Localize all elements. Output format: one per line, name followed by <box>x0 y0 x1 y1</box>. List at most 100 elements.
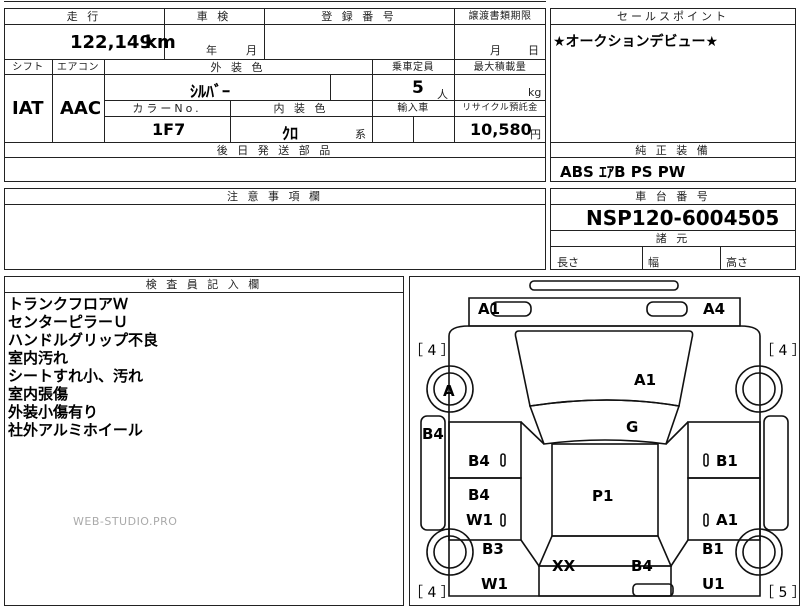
sales-point-box <box>550 8 796 143</box>
damage-front-bumper-right: A4 <box>703 300 726 318</box>
sales-point-text: ★オークションデビュー★ <box>553 34 719 50</box>
damage-left-rear-fender: B3 <box>482 540 504 558</box>
header-inspection: 車 検 <box>196 10 232 23</box>
notes-line <box>4 204 546 205</box>
header-color-no: カラーNo. <box>132 102 202 115</box>
header-max-load: 最大積載量 <box>473 62 527 73</box>
interior-suffix: 系 <box>355 128 366 141</box>
damage-rear-left: W1 <box>481 575 508 593</box>
header-shift: シフト <box>12 62 44 73</box>
header-chassis-no: 車 台 番 号 <box>635 190 711 203</box>
dims-div-2 <box>720 246 721 270</box>
note-item: 社外アルミホイール <box>8 421 143 439</box>
header-interior-color: 内 装 色 <box>273 102 329 115</box>
header-recycle-deposit: リサイクル預託金 <box>462 103 538 113</box>
front-bumper-top <box>529 280 679 291</box>
top-clipped-line <box>4 1 546 2</box>
row2-header-line <box>104 74 546 75</box>
inspection-month-unit: 月 <box>246 44 257 57</box>
max-load-unit: kg <box>528 86 542 99</box>
damage-rear-right: U1 <box>702 575 725 593</box>
aircon-value: AAC <box>60 98 102 119</box>
recycle-deposit-value: 10,580 <box>470 120 532 139</box>
shift-value: IAT <box>12 98 44 119</box>
damage-right-rear-door: A1 <box>716 511 739 529</box>
damage-roof: P1 <box>592 487 614 505</box>
damage-left-rear-door-upper: B4 <box>468 486 490 504</box>
tire-number-rear-right: ［ 5 ］ <box>760 585 800 601</box>
genuine-line <box>550 157 796 158</box>
col-div-2 <box>264 8 265 60</box>
vehicle-info-grid <box>4 8 546 143</box>
inspector-notes-list: トランクフロアＷ センターピラーＵ ハンドルグリップ不良 室内汚れ シートすれ小… <box>8 295 158 439</box>
exterior-color-value: ｼﾙﾊﾞｰ <box>190 82 231 101</box>
damage-trunk-right: B4 <box>631 557 653 575</box>
header-notes: 注 意 事 項 欄 <box>227 190 323 203</box>
height-label: 高さ <box>726 256 748 269</box>
damage-trunk-left: XX <box>552 557 576 575</box>
transfer-month-unit: 月 <box>490 44 501 57</box>
col-import-sub <box>413 116 414 143</box>
mileage-value: 122,149 <box>70 32 152 53</box>
col-color-sub <box>330 74 331 100</box>
header-inspector-notes: 検 査 員 記 入 欄 <box>145 278 263 291</box>
note-item: シートすれ小、汚れ <box>8 367 144 385</box>
note-item: 室内張傷 <box>8 385 69 403</box>
header-sales-point: セールスポイント <box>617 10 729 23</box>
tire-number-rear-left: ［ 4 ］ <box>409 585 455 601</box>
note-item: センターピラーＵ <box>8 313 129 331</box>
row1-divider <box>4 24 546 25</box>
damage-front-bumper-left: A1 <box>478 300 501 318</box>
damage-windshield: G <box>626 418 639 436</box>
row3-header-line <box>104 116 546 117</box>
header-dimensions: 諸 元 <box>655 232 691 245</box>
headlight-right <box>646 301 688 317</box>
header-mileage: 走 行 <box>66 10 102 23</box>
capacity-value: 5 <box>412 78 424 98</box>
damage-left-front-side: B4 <box>422 425 444 443</box>
genuine-equipment-value: ABS ｴｱB PS PW <box>560 163 686 181</box>
transfer-day-unit: 日 <box>528 44 539 57</box>
row2-header-line-left <box>4 74 104 75</box>
header-capacity: 乗車定員 <box>392 62 434 73</box>
tire-number-front-right: ［ 4 ］ <box>760 343 800 359</box>
recycle-unit: 円 <box>530 128 541 141</box>
damage-right-rear-fender: B1 <box>702 540 724 558</box>
header-import-car: 輸入車 <box>397 103 429 114</box>
interior-color-value: ｸﾛ <box>282 124 299 143</box>
right-side-sill <box>763 415 789 531</box>
col-shift-div <box>52 59 53 143</box>
header-aircon: エアコン <box>57 62 99 73</box>
dims-line <box>550 246 796 247</box>
damage-hood: A1 <box>634 371 657 389</box>
chassis-no-value: NSP120-6004505 <box>586 206 780 230</box>
damage-front-left-fender: A <box>443 382 455 400</box>
header-exterior-color: 外 装 色 <box>210 61 266 74</box>
col-div-3 <box>454 8 455 60</box>
damage-right-front-door: B1 <box>716 452 738 470</box>
watermark: WEB-STUDIO.PRO <box>73 515 178 528</box>
color-no-value: 1F7 <box>152 120 186 139</box>
note-item: 室内汚れ <box>8 349 69 367</box>
note-item: ハンドルグリップ不良 <box>8 331 159 349</box>
col-colorno-div <box>230 100 231 143</box>
tire-number-front-left: ［ 4 ］ <box>409 343 455 359</box>
header-genuine-equipment: 純 正 装 備 <box>635 144 711 157</box>
damage-left-front-door: B4 <box>468 452 490 470</box>
dims-div-1 <box>642 246 643 270</box>
header-later-parts: 後 日 発 送 部 品 <box>216 144 334 157</box>
header-transfer-deadline: 譲渡書類期限 <box>468 11 532 22</box>
width-label: 幅 <box>648 256 659 269</box>
damage-left-rear-door: W1 <box>466 511 493 529</box>
header-registration: 登 録 番 号 <box>321 10 397 23</box>
chassis-line <box>550 204 796 205</box>
note-item: 外装小傷有り <box>8 403 99 421</box>
windshield <box>528 399 681 445</box>
hood <box>514 330 694 407</box>
length-label: 長さ <box>557 256 579 269</box>
later-parts-line <box>4 157 546 158</box>
inspection-year-unit: 年 <box>206 44 217 57</box>
note-item: トランクフロアＷ <box>8 295 129 313</box>
car-diagram <box>420 280 789 597</box>
sales-point-line <box>550 24 796 25</box>
